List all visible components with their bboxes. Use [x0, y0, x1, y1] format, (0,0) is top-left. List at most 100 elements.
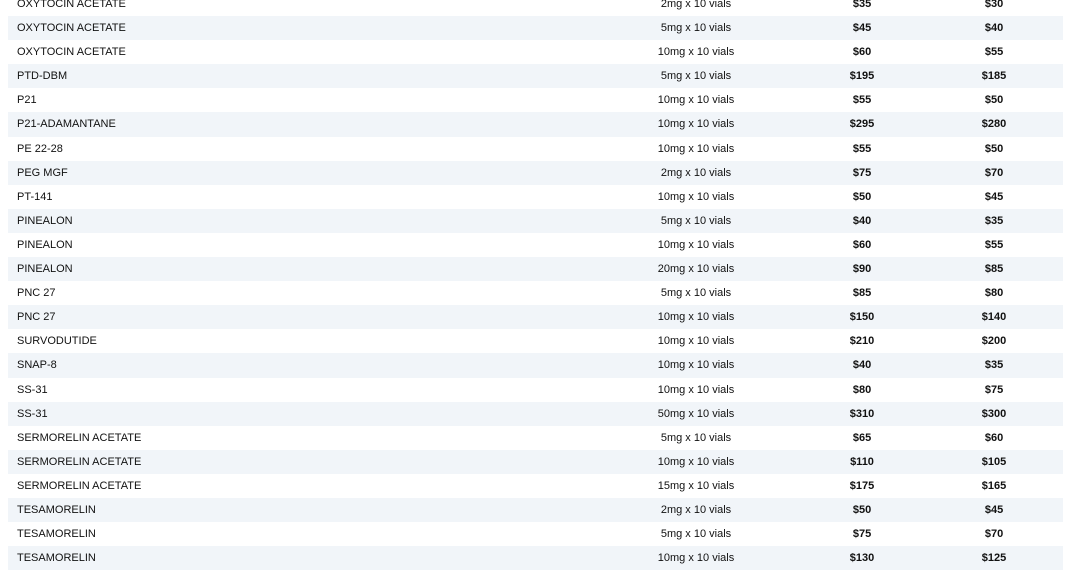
product-name: PNC 27	[17, 287, 56, 300]
product-size-text: 10mg x 10 vials	[657, 46, 735, 59]
product-name: SERMORELIN ACETATE	[17, 431, 142, 444]
product-size-text: 5mg x 10 vials	[660, 431, 732, 444]
product-name: SS-31	[17, 407, 48, 420]
product-name: PEG MGF	[17, 166, 68, 179]
price-b-text: $60	[984, 431, 1004, 444]
price-a-text: $295	[849, 118, 875, 131]
product-name: PTD-DBM	[17, 70, 68, 83]
product-size-text: 10mg x 10 vials	[657, 238, 735, 251]
price-b-text: $75	[984, 383, 1004, 396]
price-b-text: $300	[981, 407, 1007, 420]
product-size-text: 20mg x 10 vials	[657, 263, 735, 276]
product-size-text: 5mg x 10 vials	[660, 70, 732, 83]
price-a-text: $40	[852, 359, 872, 372]
price-b-text: $45	[984, 503, 1004, 516]
price-a-text: $310	[849, 407, 875, 420]
table-row: SNAP-8 10mg x 10 vials $40 $35	[8, 353, 1063, 378]
price-a-text: $45	[852, 22, 872, 35]
product-size-text: 10mg x 10 vials	[657, 335, 735, 348]
product-name: PINEALON	[17, 263, 73, 276]
product-size-text: 10mg x 10 vials	[657, 383, 735, 396]
table-row: PINEALON 5mg x 10 vials $40 $35	[8, 208, 1063, 233]
table-row: SS-31 10mg x 10 vials $80 $75	[8, 378, 1063, 402]
price-b-text: $200	[981, 335, 1007, 348]
price-a-text: $65	[852, 431, 872, 444]
product-name: TESAMORELIN	[17, 552, 96, 565]
price-b-text: $35	[984, 359, 1004, 372]
table-row: OXYTOCIN ACETATE 2mg x 10 vials $35 $30	[8, 0, 1063, 16]
price-a-text: $75	[852, 528, 872, 541]
price-a-text: $40	[852, 214, 872, 227]
table-row: PNC 27 5mg x 10 vials $85 $80	[8, 281, 1063, 305]
price-b-text: $40	[984, 22, 1004, 35]
product-size-text: 2mg x 10 vials	[660, 0, 732, 10]
product-name: PINEALON	[17, 238, 73, 251]
product-size-text: 15mg x 10 vials	[657, 479, 735, 492]
price-b-text: $35	[984, 214, 1004, 227]
price-b-text: $55	[984, 46, 1004, 59]
product-name: SURVODUTIDE	[17, 335, 97, 348]
product-name: SS-31	[17, 383, 48, 396]
table-row: P21-ADAMANTANE 10mg x 10 vials $295 $280	[8, 112, 1063, 137]
table-row: TESAMORELIN 5mg x 10 vials $75 $70	[8, 522, 1063, 546]
product-size-text: 10mg x 10 vials	[657, 359, 735, 372]
product-name: OXYTOCIN ACETATE	[17, 22, 126, 35]
product-name: PE 22-28	[17, 142, 63, 155]
product-size-text: 10mg x 10 vials	[657, 190, 735, 203]
table-row: SURVODUTIDE 10mg x 10 vials $210 $200	[8, 329, 1063, 353]
table-row: TESAMORELIN 10mg x 10 vials $130 $125	[8, 546, 1063, 571]
table-row: PTD-DBM 5mg x 10 vials $195 $185	[8, 64, 1063, 89]
product-size-text: 5mg x 10 vials	[660, 528, 732, 541]
price-b-text: $105	[981, 455, 1007, 468]
product-name: PINEALON	[17, 214, 73, 227]
product-size-text: 10mg x 10 vials	[657, 118, 735, 131]
product-size-text: 5mg x 10 vials	[660, 287, 732, 300]
table-row: P21 10mg x 10 vials $55 $50	[8, 88, 1063, 112]
price-a-text: $195	[849, 70, 875, 83]
price-b-text: $85	[984, 263, 1004, 276]
product-name: OXYTOCIN ACETATE	[17, 46, 126, 59]
table-row: SS-31 50mg x 10 vials $310 $300	[8, 401, 1063, 426]
price-b-text: $55	[984, 238, 1004, 251]
price-b-text: $70	[984, 528, 1004, 541]
product-size-text: 10mg x 10 vials	[657, 311, 735, 324]
product-size-text: 5mg x 10 vials	[660, 214, 732, 227]
product-name: SERMORELIN ACETATE	[17, 455, 142, 468]
price-b-text: $30	[984, 0, 1004, 10]
product-size-text: 2mg x 10 vials	[660, 166, 732, 179]
table-row: SERMORELIN ACETATE 10mg x 10 vials $110 …	[8, 449, 1063, 474]
table-row: PINEALON 20mg x 10 vials $90 $85	[8, 257, 1063, 282]
product-size-text: 50mg x 10 vials	[657, 407, 735, 420]
product-name: OXYTOCIN ACETATE	[17, 0, 126, 10]
price-table: OXYTOCIN ACETATE 2mg x 10 vials $35 $30 …	[8, 0, 1063, 571]
product-size-text: 10mg x 10 vials	[657, 94, 735, 107]
table-row: PEG MGF 2mg x 10 vials $75 $70	[8, 160, 1063, 185]
product-name: PNC 27	[17, 311, 56, 324]
price-a-text: $130	[849, 552, 875, 565]
table-row: SERMORELIN ACETATE 15mg x 10 vials $175 …	[8, 474, 1063, 498]
price-a-text: $85	[852, 287, 872, 300]
price-b-text: $50	[984, 94, 1004, 107]
product-name: TESAMORELIN	[17, 503, 96, 516]
product-size-text: 10mg x 10 vials	[657, 552, 735, 565]
table-row: PNC 27 10mg x 10 vials $150 $140	[8, 305, 1063, 330]
table-row: OXYTOCIN ACETATE 5mg x 10 vials $45 $40	[8, 16, 1063, 41]
table-row: TESAMORELIN 2mg x 10 vials $50 $45	[8, 497, 1063, 523]
table-row: PT-141 10mg x 10 vials $50 $45	[8, 185, 1063, 209]
price-a-text: $210	[849, 335, 875, 348]
price-a-text: $150	[849, 311, 875, 324]
product-name: SERMORELIN ACETATE	[17, 479, 142, 492]
product-size-text: 10mg x 10 vials	[657, 455, 735, 468]
product-size-text: 5mg x 10 vials	[660, 22, 732, 35]
product-name: SNAP-8	[17, 359, 57, 372]
price-a-text: $55	[852, 94, 872, 107]
product-size-text: 10mg x 10 vials	[657, 142, 735, 155]
price-a-text: $60	[852, 46, 872, 59]
price-a-text: $75	[852, 166, 872, 179]
price-b-text: $80	[984, 287, 1004, 300]
table-row: PINEALON 10mg x 10 vials $60 $55	[8, 233, 1063, 257]
product-name: PT-141	[17, 190, 53, 203]
price-b-text: $50	[984, 142, 1004, 155]
price-a-text: $35	[852, 0, 872, 10]
table-row: OXYTOCIN ACETATE 10mg x 10 vials $60 $55	[8, 40, 1063, 64]
